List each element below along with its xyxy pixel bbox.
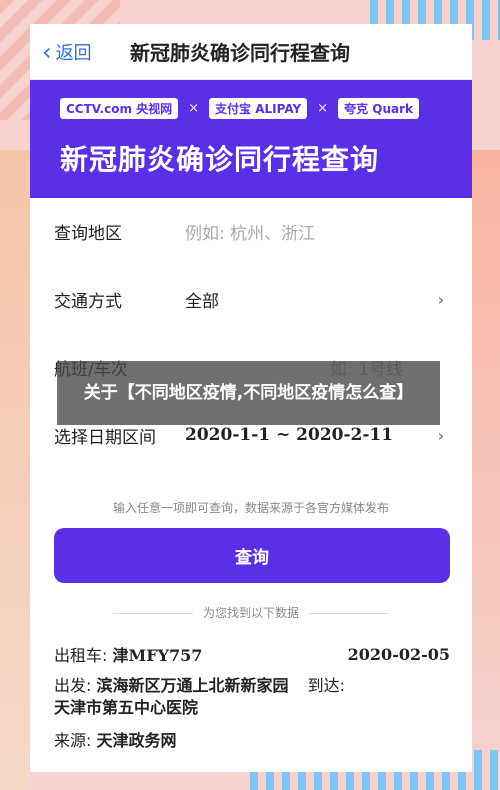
taxi-info: 出租车: 津MFY757 (54, 642, 202, 666)
cctv-logo: CCTV.com 央视网 (60, 98, 179, 119)
date-range-value[interactable]: 2020-1-1 ~ 2020-2-11 (185, 425, 393, 445)
query-form: 查询地区 例如: 杭州、浙江 交通方式 全部 › 航班/车次 如: 1号线 选择… (30, 197, 472, 469)
to-label: 到达: (307, 676, 346, 695)
date-range-label: 选择日期区间 (54, 427, 156, 448)
transport-label: 交通方式 (54, 291, 122, 312)
times-separator: × (317, 101, 329, 116)
quark-logo: 夸克 Quark (338, 98, 419, 119)
background-decoration (0, 150, 30, 790)
taxi-label: 出租车: (54, 646, 108, 665)
partner-logos: CCTV.com 央视网 × 支付宝 ALIPAY × 夸克 Quark (60, 98, 419, 119)
from-label: 出发: (54, 676, 92, 695)
banner: CCTV.com 央视网 × 支付宝 ALIPAY × 夸克 Quark 新冠肺… (30, 80, 472, 198)
result-source: 来源: 天津政务网 (54, 727, 450, 751)
region-field[interactable]: 查询地区 例如: 杭州、浙江 (30, 197, 472, 265)
page-title: 新冠肺炎确诊同行程查询 (130, 41, 350, 65)
chevron-right-icon: › (437, 289, 444, 309)
query-hint: 输入任意一项即可查询，数据来源于各官方媒体发布 (112, 501, 389, 515)
source-label: 来源: (54, 731, 92, 750)
article-title-overlay: 关于【不同地区疫情,不同地区疫情怎么查】 (57, 361, 440, 425)
background-decoration (470, 150, 500, 790)
region-label: 查询地区 (54, 223, 122, 244)
chevron-left-icon: ‹ (42, 37, 52, 66)
result-route: 出发: 滨海新区万通上北新新家园 到达: 天津市第五中心医院 (54, 675, 450, 719)
transport-field[interactable]: 交通方式 全部 › (30, 265, 472, 333)
transport-select[interactable]: 全部 (185, 287, 219, 312)
back-label: 返回 (55, 42, 92, 64)
query-button[interactable]: 查询 (54, 528, 450, 583)
result-card: 出租车: 津MFY757 2020-02-05 出发: 滨海新区万通上北新新家园… (54, 639, 450, 751)
region-input[interactable]: 例如: 杭州、浙江 (185, 219, 315, 244)
chevron-right-icon: › (437, 425, 444, 445)
alipay-logo: 支付宝 ALIPAY (209, 98, 308, 119)
times-separator: × (188, 101, 200, 116)
banner-title: 新冠肺炎确诊同行程查询 (60, 143, 380, 176)
nav-bar: ‹ 返回 新冠肺炎确诊同行程查询 (30, 24, 472, 80)
to-value: 天津市第五中心医院 (54, 698, 199, 717)
result-taxi-row: 出租车: 津MFY757 2020-02-05 (54, 639, 450, 669)
source-value: 天津政务网 (96, 731, 177, 750)
taxi-plate: 津MFY757 (112, 646, 203, 665)
results-header: 为您找到以下数据 (30, 604, 472, 621)
result-date: 2020-02-05 (347, 644, 450, 664)
back-button[interactable]: ‹ 返回 (42, 39, 92, 65)
from-value: 滨海新区万通上北新新家园 (96, 676, 289, 695)
